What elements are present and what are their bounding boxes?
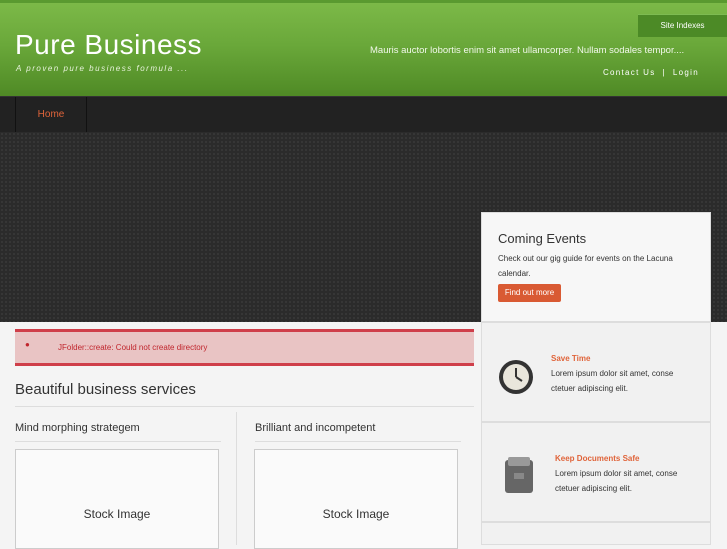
error-message-box: ● JFolder::create: Could not create dire…: [15, 329, 474, 366]
login-link[interactable]: Login: [673, 68, 699, 77]
clock-icon: [498, 359, 534, 400]
error-message: JFolder::create: Could not create direct…: [58, 343, 208, 352]
header-links: Contact Us | Login: [603, 68, 699, 77]
feature-keep-documents-safe: Keep Documents Safe Lorem ipsum dolor si…: [481, 422, 711, 522]
error-bullet: ●: [25, 340, 30, 349]
site-indexes-button[interactable]: Site Indexes: [638, 14, 727, 37]
section-title: Beautiful business services: [15, 381, 196, 398]
coming-events-panel: Coming Events Check out our gig guide fo…: [481, 212, 711, 322]
site-title[interactable]: Pure Business: [15, 29, 202, 61]
site-tagline: A proven pure business formula ...: [16, 64, 189, 73]
column-separator: [236, 412, 237, 545]
feature-title: Keep Documents Safe: [555, 454, 640, 463]
header-description: Mauris auctor lobortis enim sit amet ull…: [370, 45, 685, 56]
column-divider: [15, 441, 221, 442]
events-text: Check out our gig guide for events on th…: [498, 254, 673, 278]
column-divider: [255, 441, 461, 442]
feature-text: Lorem ipsum dolor sit amet, conse ctetue…: [551, 369, 674, 393]
find-out-more-button[interactable]: Find out more: [498, 284, 561, 302]
feature-save-time: Save Time Lorem ipsum dolor sit amet, co…: [481, 322, 711, 422]
contact-us-link[interactable]: Contact Us: [603, 68, 656, 77]
stock-image-label: Stock Image: [83, 507, 151, 521]
section-divider: [15, 406, 474, 407]
feature-text: Lorem ipsum dolor sit amet, conse ctetue…: [555, 469, 678, 493]
main-nav: Home: [0, 96, 727, 134]
feature-title: Save Time: [551, 354, 591, 363]
link-separator: |: [662, 68, 666, 77]
stock-image-label: Stock Image: [322, 507, 390, 521]
document-safe-icon: [502, 456, 536, 499]
site-header: Pure Business A proven pure business for…: [0, 0, 727, 96]
column-title-strategem: Mind morphing strategem: [15, 422, 140, 434]
stock-image: Stock Image: [254, 449, 458, 549]
stock-image: Stock Image: [15, 449, 219, 549]
nav-item-home[interactable]: Home: [15, 97, 87, 133]
column-title-brilliant: Brilliant and incompetent: [255, 422, 376, 434]
events-title: Coming Events: [498, 231, 587, 246]
feature-panel: [481, 522, 711, 545]
